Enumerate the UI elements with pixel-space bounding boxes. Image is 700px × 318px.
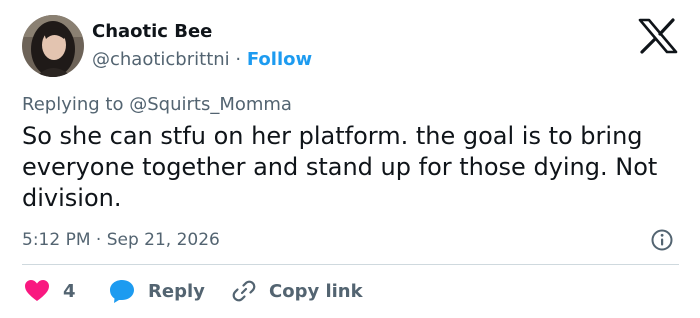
like-button[interactable]: 4 — [24, 278, 76, 304]
reply-context-prefix: Replying to — [22, 94, 124, 115]
tweet-timestamp[interactable]: 5:12 PM · Sep 21, 2026 — [22, 228, 220, 252]
tweet-date: Sep 21, 2026 — [106, 230, 220, 250]
divider — [22, 264, 679, 265]
author-handle[interactable]: @chaoticbrittni — [92, 49, 230, 70]
link-icon — [232, 280, 256, 302]
copy-link-button[interactable]: Copy link — [231, 278, 363, 304]
tweet-time: 5:12 PM — [22, 230, 91, 250]
reply-mention-link[interactable]: @Squirts_Momma — [129, 94, 292, 115]
author-display-name[interactable]: Chaotic Bee — [92, 20, 212, 44]
like-count: 4 — [63, 280, 76, 302]
copy-link-label: Copy link — [269, 280, 363, 302]
author-handle-row: @chaoticbrittni · Follow — [92, 48, 312, 72]
reply-bubble-icon — [110, 280, 134, 303]
timestamp-separator: · — [95, 230, 102, 250]
info-icon[interactable] — [651, 229, 673, 251]
avatar-image — [22, 15, 84, 77]
reply-context: Replying to @Squirts_Momma — [22, 93, 292, 117]
avatar[interactable] — [22, 15, 84, 77]
x-logo-icon[interactable] — [638, 18, 678, 54]
follow-button[interactable]: Follow — [247, 49, 312, 70]
handle-separator: · — [235, 49, 242, 70]
reply-button[interactable]: Reply — [108, 278, 205, 304]
reply-label: Reply — [148, 280, 205, 302]
tweet-text: So she can stfu on her platform. the goa… — [22, 122, 658, 212]
heart-icon — [25, 280, 49, 301]
